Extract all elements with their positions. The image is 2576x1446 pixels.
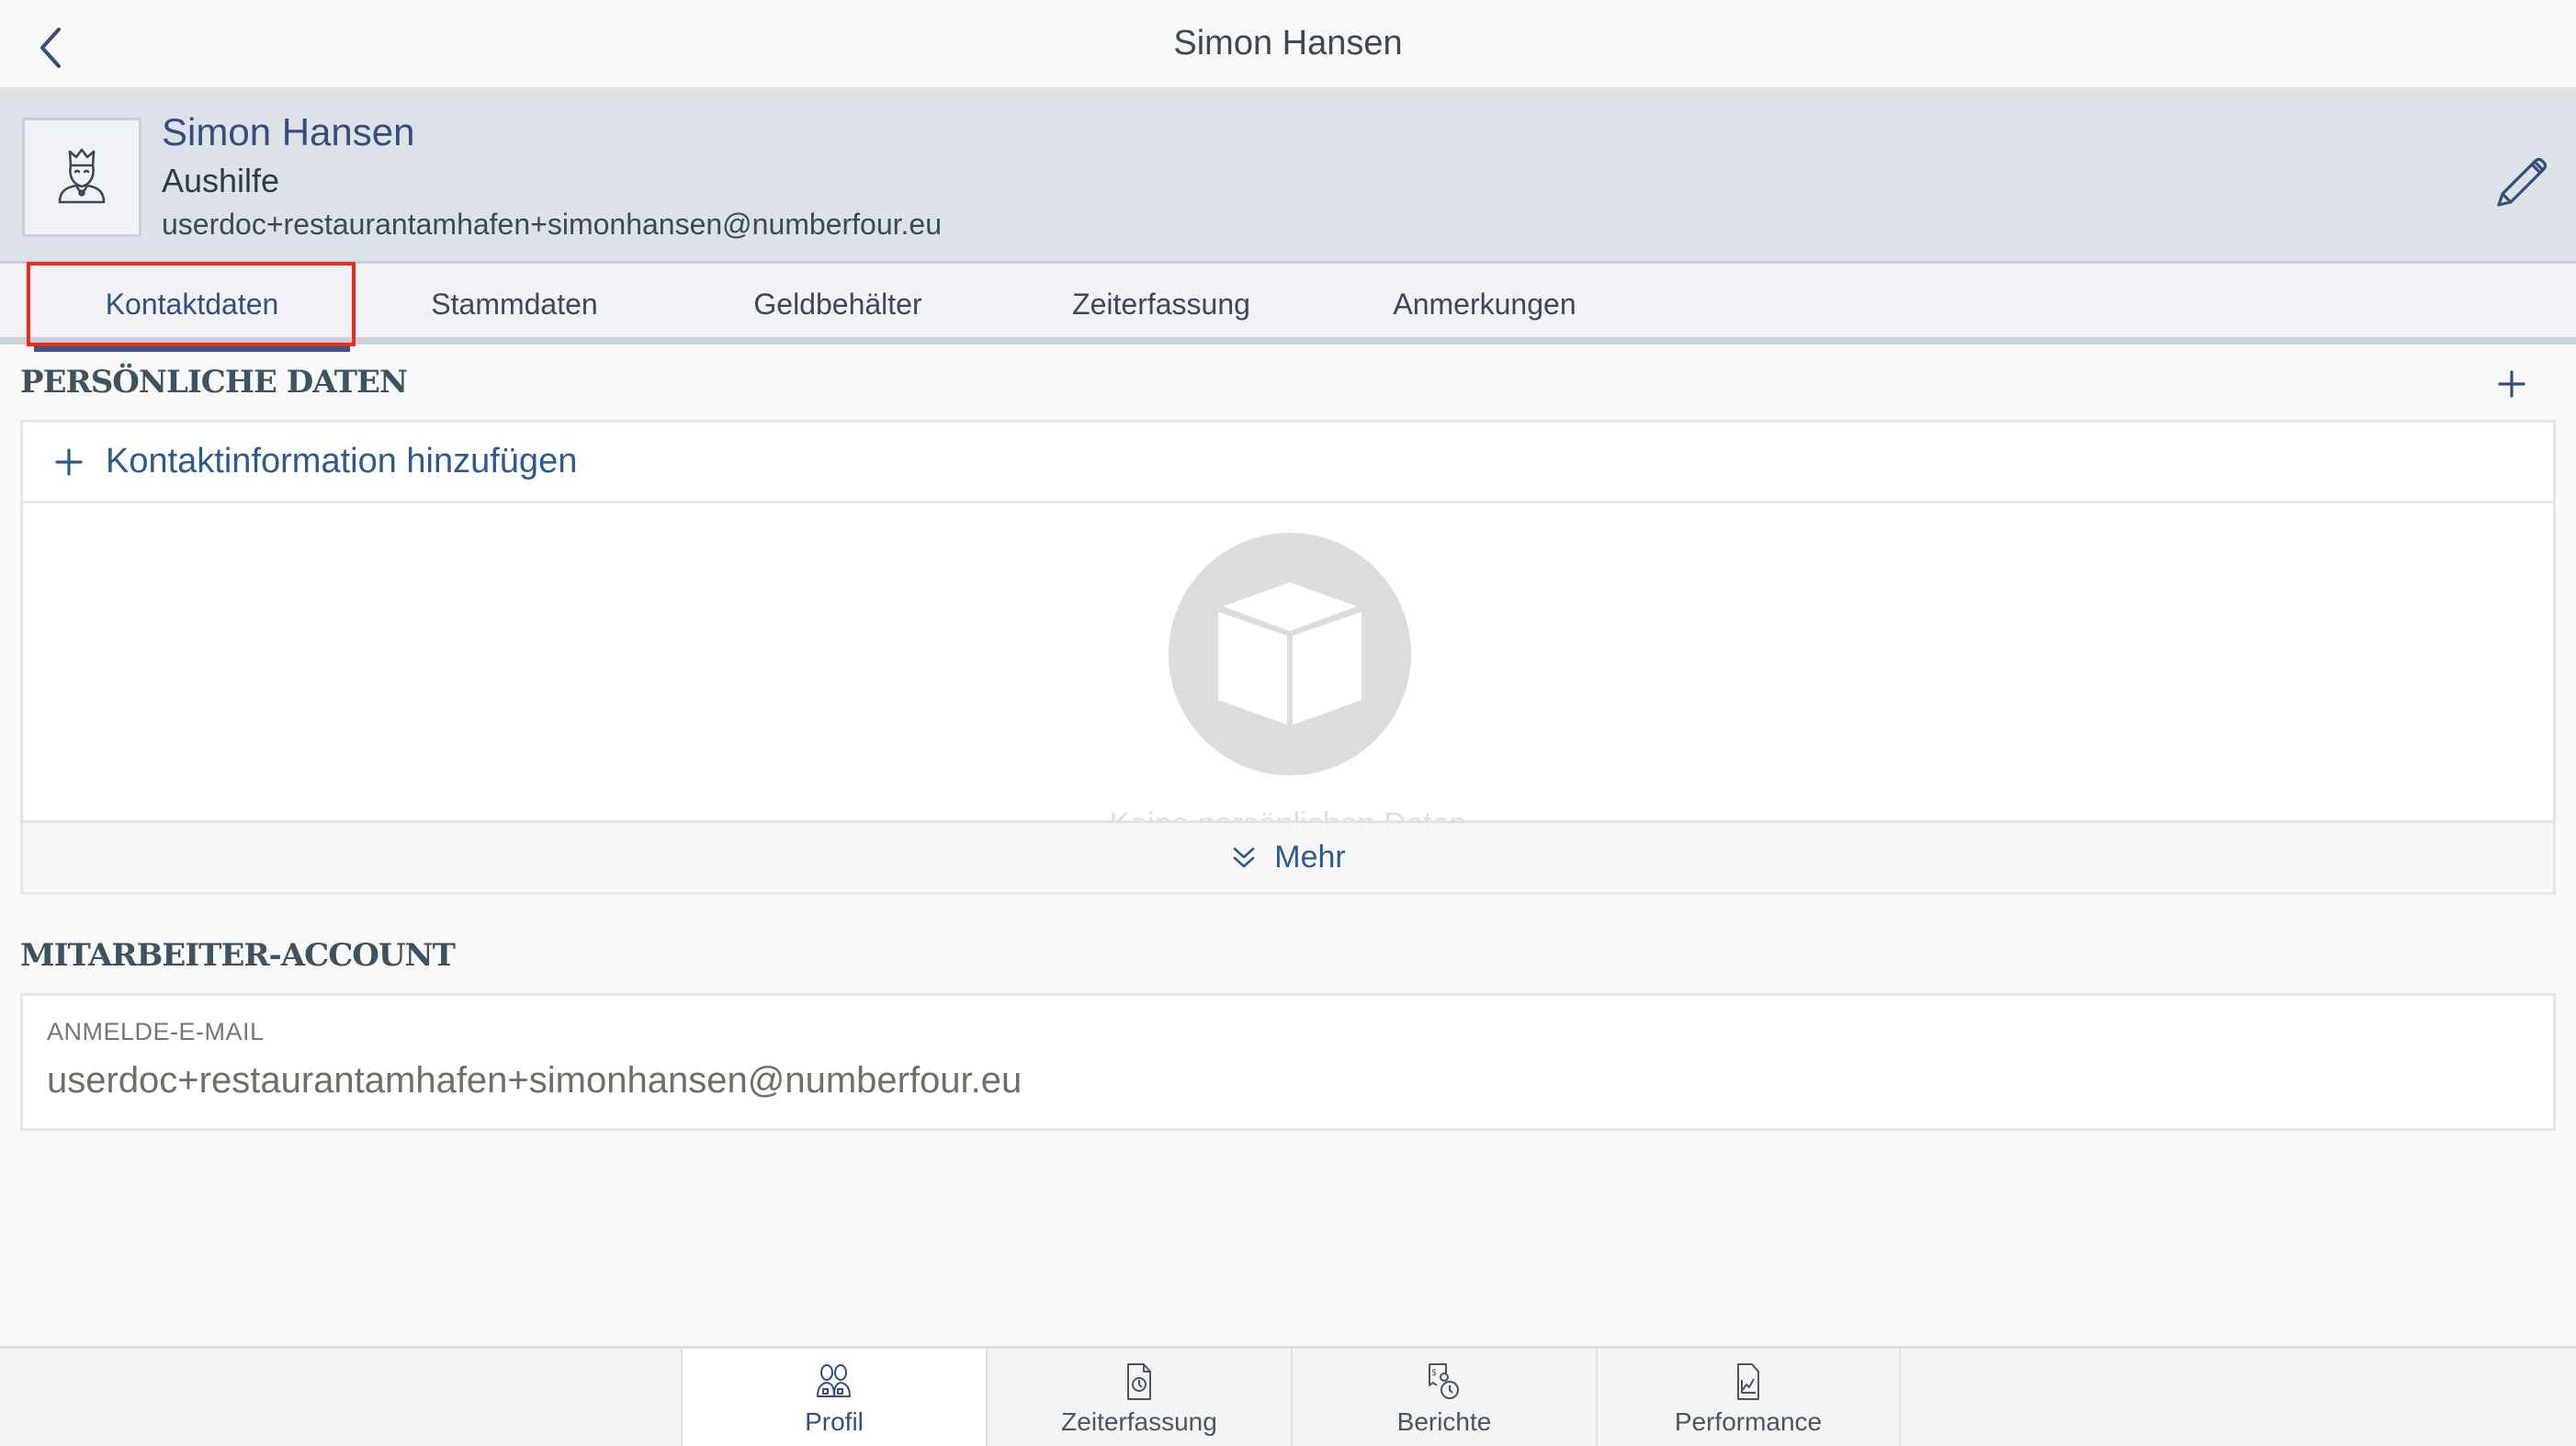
top-navigation-bar: Simon Hansen [0,0,2576,90]
person-crown-icon [58,148,106,204]
bottom-tab-label: Performance [1674,1407,1823,1436]
personal-data-heading: PERSÖNLICHE DATEN [20,364,408,401]
plus-icon [55,447,83,476]
bottom-tab-profil[interactable]: Profil [681,1349,986,1446]
login-email-label: ANMELDE-E-MAIL [47,1018,265,1045]
show-more-button[interactable]: Mehr [23,820,2553,892]
tab-zeiterfassung[interactable]: Zeiterfassung [1000,264,1323,345]
tab-stammdaten[interactable]: Stammdaten [353,264,676,345]
bottom-tab-label: Berichte [1396,1407,1492,1436]
personal-data-card: Kontaktinformation hinzufügen Keine pers… [20,420,2556,895]
bottom-tab-label: Profil [805,1407,864,1436]
profile-role: Aushilfe [162,162,280,199]
add-contact-info-label: Kontaktinformation hinzufügen [106,442,578,480]
document-chart-icon [1737,1363,1759,1400]
receipt-clock-icon: $ [1429,1363,1459,1399]
document-clock-icon [1127,1363,1151,1400]
svg-text:$: $ [1431,1368,1437,1378]
profile-name: Simon Hansen [162,110,415,153]
tab-geldbehaelter[interactable]: Geldbehälter [676,264,1000,345]
double-chevron-down-icon [1233,847,1255,867]
bottom-tab-performance[interactable]: Performance [1596,1349,1901,1446]
tab-anmerkungen[interactable]: Anmerkungen [1323,264,1646,345]
tab-kontaktdaten[interactable]: Kontaktdaten [30,264,354,352]
box-icon [1169,533,1411,775]
edit-profile-button[interactable] [2488,147,2552,211]
employee-account-heading: MITARBEITER-ACCOUNT [20,937,456,974]
bottom-tab-zeiterfassung[interactable]: Zeiterfassung [986,1349,1291,1446]
plus-icon [2498,370,2525,398]
page-title: Simon Hansen [1173,24,1403,62]
login-email-card: ANMELDE-E-MAIL userdoc+restaurantamhafen… [20,993,2556,1131]
show-more-label: Mehr [1274,840,1346,875]
users-icon [817,1364,851,1397]
add-personal-data-button[interactable] [2491,364,2532,404]
section-tabs: Kontaktdaten Stammdaten Geldbehälter Zei… [0,264,2576,352]
pencil-icon [2497,157,2548,207]
bottom-tab-label: Zeiterfassung [1061,1407,1217,1436]
profile-header: Simon Hansen Aushilfe userdoc+restaurant… [0,90,2576,264]
bottom-tab-bar: Profil Zeiterfassung $ Berichte Performa… [0,1346,2576,1446]
add-contact-info-button[interactable]: Kontaktinformation hinzufügen [23,423,2553,503]
avatar [22,118,141,237]
bottom-tab-berichte[interactable]: $ Berichte [1291,1349,1596,1446]
profile-email: userdoc+restaurantamhafen+simonhansen@nu… [162,208,943,241]
login-email-value: userdoc+restaurantamhafen+simonhansen@nu… [47,1060,1022,1101]
